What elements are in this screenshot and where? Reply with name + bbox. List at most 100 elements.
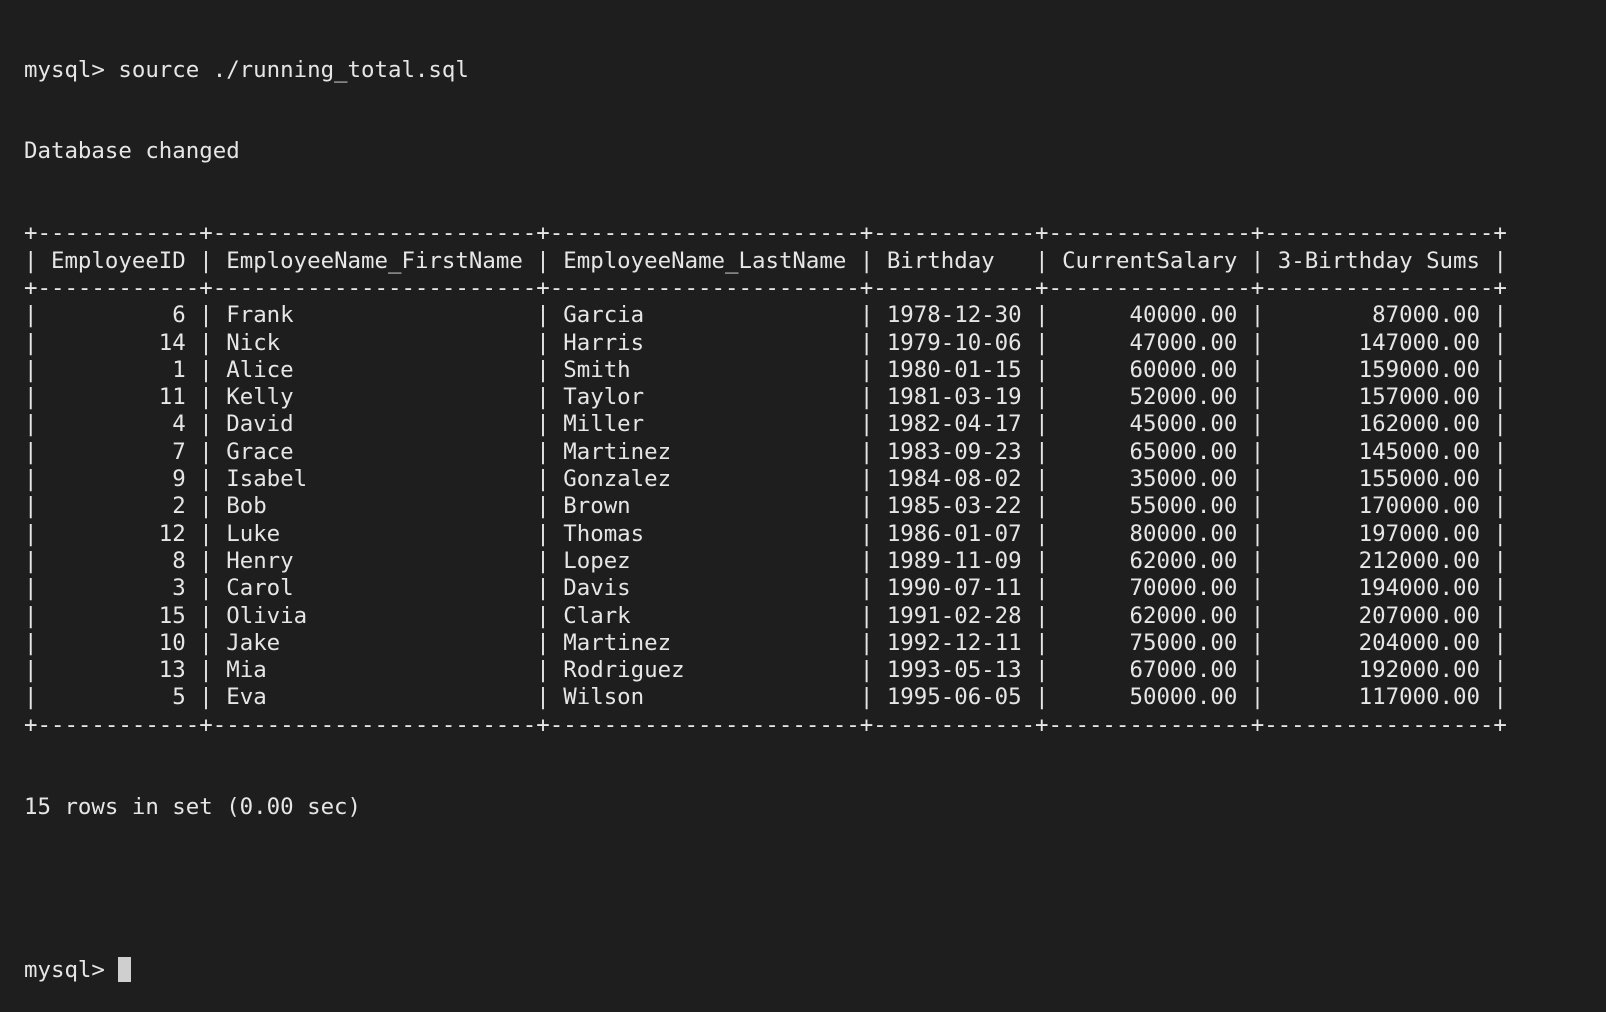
table-cell-5: 197000.00: [1277, 520, 1480, 547]
column-header-2: EmployeeName_LastName: [563, 247, 847, 274]
table-cell-0: 14: [50, 329, 186, 356]
table-cell-5: 117000.00: [1277, 684, 1480, 711]
table-cell-0: 1: [50, 356, 186, 383]
table-cell-4: 40000.00: [1062, 302, 1238, 329]
table-cell-1: Luke: [226, 520, 523, 547]
table-cell-3: 1989-11-09: [886, 547, 1022, 574]
table-cell-2: Taylor: [563, 384, 847, 411]
table-cell-0: 7: [50, 438, 186, 465]
table-cell-0: 9: [50, 466, 186, 493]
table-cell-2: Smith: [563, 356, 847, 383]
table-cell-5: 192000.00: [1277, 657, 1480, 684]
table-cell-4: 70000.00: [1062, 575, 1238, 602]
table-row: | 5 | Eva | Wilson | 1995-06-05 | 50000.…: [24, 684, 1507, 711]
table-cell-5: 145000.00: [1277, 438, 1480, 465]
table-cell-1: Carol: [226, 575, 523, 602]
prompt-line[interactable]: mysql>: [24, 957, 1507, 984]
column-header-0: EmployeeID: [50, 247, 186, 274]
table-cell-1: Olivia: [226, 602, 523, 629]
table-row: | 8 | Henry | Lopez | 1989-11-09 | 62000…: [24, 547, 1507, 574]
table-cell-0: 15: [50, 602, 186, 629]
table-cell-5: 159000.00: [1277, 356, 1480, 383]
table-cell-4: 55000.00: [1062, 493, 1238, 520]
table-cell-3: 1990-07-11: [886, 575, 1022, 602]
table-cell-5: 155000.00: [1277, 466, 1480, 493]
table-cell-2: Rodriguez: [563, 657, 847, 684]
table-cell-2: Brown: [563, 493, 847, 520]
database-changed-message: Database changed: [24, 138, 240, 165]
table-cell-4: 52000.00: [1062, 384, 1238, 411]
table-row: | 13 | Mia | Rodriguez | 1993-05-13 | 67…: [24, 657, 1507, 684]
table-cell-2: Thomas: [563, 520, 847, 547]
table-cell-2: Harris: [563, 329, 847, 356]
table-cell-3: 1993-05-13: [886, 657, 1022, 684]
table-cell-0: 2: [50, 493, 186, 520]
table-row: | 11 | Kelly | Taylor | 1981-03-19 | 520…: [24, 384, 1507, 411]
text-cursor: [118, 957, 132, 983]
table-cell-0: 5: [50, 684, 186, 711]
mysql-prompt: mysql>: [24, 957, 119, 984]
column-header-5: 3-Birthday Sums: [1277, 247, 1480, 274]
table-cell-4: 47000.00: [1062, 329, 1238, 356]
table-cell-1: Nick: [226, 329, 523, 356]
table-row: | 2 | Bob | Brown | 1985-03-22 | 55000.0…: [24, 493, 1507, 520]
table-cell-0: 4: [50, 411, 186, 438]
table-cell-5: 194000.00: [1277, 575, 1480, 602]
table-cell-1: Grace: [226, 438, 523, 465]
result-summary: 15 rows in set (0.00 sec): [24, 793, 362, 820]
table-cell-0: 8: [50, 547, 186, 574]
table-cell-2: Davis: [563, 575, 847, 602]
table-cell-4: 45000.00: [1062, 411, 1238, 438]
table-cell-3: 1991-02-28: [886, 602, 1022, 629]
result-table: +------------+------------------------+-…: [24, 220, 1507, 739]
command-line: mysql> source ./running_total.sql: [24, 56, 469, 83]
table-cell-5: 212000.00: [1277, 547, 1480, 574]
table-border-header: +------------+------------------------+-…: [24, 274, 1507, 301]
table-row: | 3 | Carol | Davis | 1990-07-11 | 70000…: [24, 575, 1507, 602]
table-cell-1: David: [226, 411, 523, 438]
table-cell-1: Henry: [226, 547, 523, 574]
table-cell-0: 10: [50, 629, 186, 656]
table-cell-5: 204000.00: [1277, 629, 1480, 656]
table-cell-3: 1986-01-07: [886, 520, 1022, 547]
table-cell-3: 1980-01-15: [886, 356, 1022, 383]
table-cell-5: 170000.00: [1277, 493, 1480, 520]
table-cell-3: 1985-03-22: [886, 493, 1022, 520]
table-cell-2: Miller: [563, 411, 847, 438]
terminal-output: mysql> source ./running_total.sql Databa…: [24, 2, 1507, 1012]
table-cell-3: 1978-12-30: [886, 302, 1022, 329]
table-cell-2: Garcia: [563, 302, 847, 329]
table-cell-1: Eva: [226, 684, 523, 711]
table-cell-5: 162000.00: [1277, 411, 1480, 438]
table-cell-5: 157000.00: [1277, 384, 1480, 411]
table-cell-0: 13: [50, 657, 186, 684]
table-cell-4: 35000.00: [1062, 466, 1238, 493]
table-cell-3: 1979-10-06: [886, 329, 1022, 356]
table-cell-3: 1981-03-19: [886, 384, 1022, 411]
table-cell-3: 1982-04-17: [886, 411, 1022, 438]
table-cell-2: Wilson: [563, 684, 847, 711]
table-cell-1: Isabel: [226, 466, 523, 493]
table-header-row: | EmployeeID | EmployeeName_FirstName | …: [24, 247, 1507, 274]
table-cell-0: 3: [50, 575, 186, 602]
table-cell-4: 62000.00: [1062, 547, 1238, 574]
table-cell-4: 60000.00: [1062, 356, 1238, 383]
table-row: | 9 | Isabel | Gonzalez | 1984-08-02 | 3…: [24, 466, 1507, 493]
table-cell-3: 1995-06-05: [886, 684, 1022, 711]
table-cell-4: 75000.00: [1062, 629, 1238, 656]
table-row: | 12 | Luke | Thomas | 1986-01-07 | 8000…: [24, 520, 1507, 547]
table-cell-5: 207000.00: [1277, 602, 1480, 629]
table-row: | 6 | Frank | Garcia | 1978-12-30 | 4000…: [24, 302, 1507, 329]
table-cell-1: Jake: [226, 629, 523, 656]
table-cell-1: Kelly: [226, 384, 523, 411]
table-row: | 15 | Olivia | Clark | 1991-02-28 | 620…: [24, 602, 1507, 629]
table-cell-3: 1992-12-11: [886, 629, 1022, 656]
table-border-top: +------------+------------------------+-…: [24, 220, 1507, 247]
table-cell-5: 87000.00: [1277, 302, 1480, 329]
table-cell-2: Martinez: [563, 629, 847, 656]
table-cell-4: 62000.00: [1062, 602, 1238, 629]
table-row: | 4 | David | Miller | 1982-04-17 | 4500…: [24, 411, 1507, 438]
table-cell-4: 80000.00: [1062, 520, 1238, 547]
table-cell-2: Martinez: [563, 438, 847, 465]
